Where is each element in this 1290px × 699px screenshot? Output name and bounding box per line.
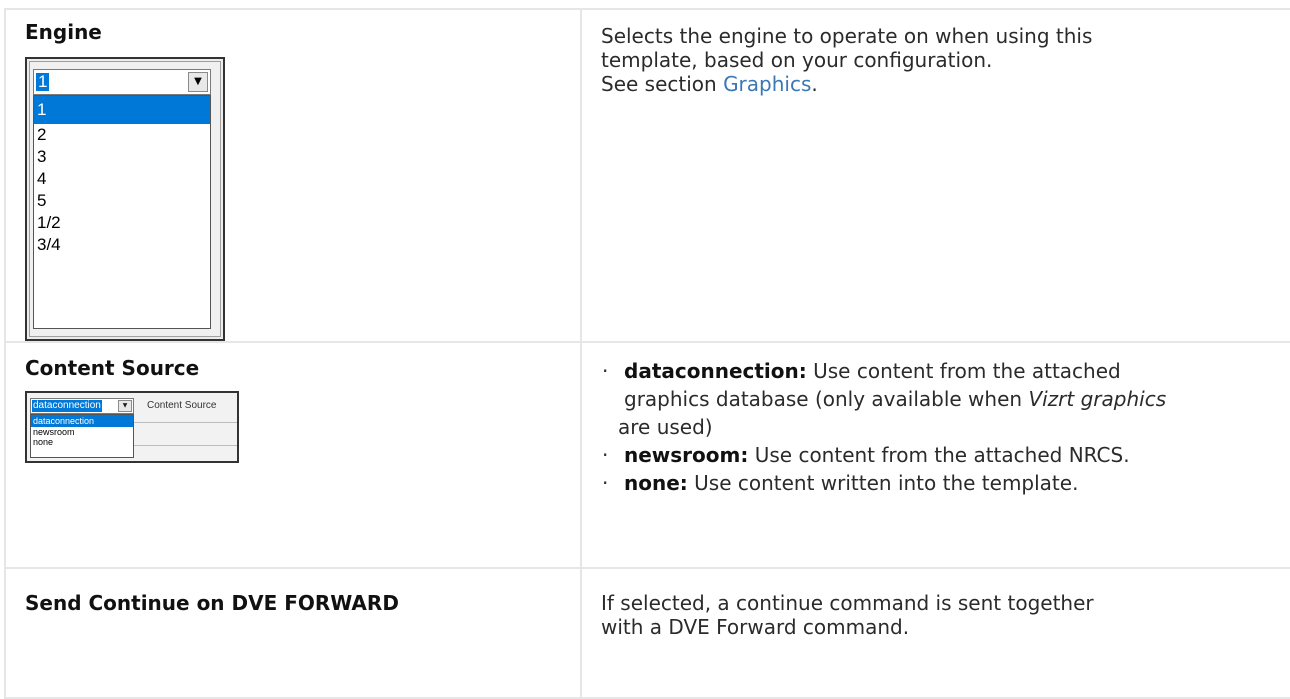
- content-source-combobox[interactable]: dataconnection ▼: [30, 398, 134, 414]
- send-continue-description-line: with a DVE Forward command.: [601, 615, 910, 639]
- table-row-content-source: Content Source dataconnection ▼ Content …: [4, 341, 1290, 569]
- engine-option[interactable]: 4: [34, 168, 210, 190]
- content-source-option[interactable]: none: [31, 437, 133, 447]
- engine-label: Engine: [25, 20, 102, 44]
- divider: [134, 422, 237, 423]
- bullet-term: dataconnection:: [624, 359, 807, 383]
- see-suffix: .: [811, 72, 818, 96]
- engine-selected-value: 1: [36, 72, 50, 91]
- send-continue-description-cell: If selected, a continue command is sent …: [580, 567, 1290, 699]
- engine-option[interactable]: 1: [34, 96, 210, 124]
- bullet-text: graphics database (only available when: [624, 387, 1029, 411]
- engine-dropdown-screenshot: 1 ▼ 1 2 3 4 5 1/2 3/4: [25, 57, 225, 341]
- engine-options-list: 1 2 3 4 5 1/2 3/4: [33, 95, 211, 329]
- send-continue-label-cell: Send Continue on DVE FORWARD: [4, 567, 582, 699]
- chevron-down-icon[interactable]: ▼: [188, 72, 208, 92]
- engine-label-cell: Engine 1 ▼ 1 2 3 4 5 1/2 3/4: [4, 8, 582, 343]
- parameter-table: Engine 1 ▼ 1 2 3 4 5 1/2 3/4 Selects the…: [4, 8, 1290, 699]
- engine-description-line: Selects the engine to operate on when us…: [601, 24, 1093, 48]
- bullet-none: · none: Use content written into the tem…: [602, 469, 1290, 497]
- bullet-text: Use content from the attached: [806, 359, 1121, 383]
- content-source-options-list: dataconnection newsroom none: [30, 414, 134, 458]
- content-source-option[interactable]: dataconnection: [31, 415, 133, 427]
- graphics-link[interactable]: Graphics: [723, 72, 811, 96]
- engine-option[interactable]: 3: [34, 146, 210, 168]
- table-row-engine: Engine 1 ▼ 1 2 3 4 5 1/2 3/4 Selects the…: [4, 8, 1290, 343]
- bullet-dataconnection: · dataconnection: Use content from the a…: [602, 357, 1290, 441]
- see-prefix: See section: [601, 72, 724, 96]
- engine-description-line: template, based on your configuration.: [601, 48, 993, 72]
- table-row-send-continue: Send Continue on DVE FORWARD If selected…: [4, 567, 1290, 699]
- bullet-term: newsroom:: [624, 443, 749, 467]
- engine-option[interactable]: 3/4: [34, 234, 210, 256]
- content-source-bullet-list: · dataconnection: Use content from the a…: [602, 357, 1290, 497]
- content-source-description-cell: · dataconnection: Use content from the a…: [580, 341, 1290, 569]
- content-source-field-label: Content Source: [147, 400, 217, 411]
- bullet-text: Use content written into the template.: [687, 471, 1079, 495]
- divider: [134, 445, 237, 446]
- engine-option[interactable]: 1/2: [34, 212, 210, 234]
- content-source-label-cell: Content Source dataconnection ▼ Content …: [4, 341, 582, 569]
- bullet-icon: ·: [602, 471, 609, 495]
- send-continue-description-line: If selected, a continue command is sent …: [601, 591, 1094, 615]
- engine-combobox[interactable]: 1 ▼: [33, 69, 211, 95]
- chevron-down-icon[interactable]: ▼: [118, 400, 132, 412]
- bullet-text: Use content from the attached NRCS.: [748, 443, 1130, 467]
- bullet-text: are used): [618, 415, 713, 439]
- bullet-term: none:: [624, 471, 688, 495]
- engine-option[interactable]: 5: [34, 190, 210, 212]
- content-source-dropdown-screenshot: dataconnection ▼ Content Source dataconn…: [25, 391, 239, 463]
- engine-see-section: See section Graphics.: [601, 72, 1290, 96]
- send-continue-label: Send Continue on DVE FORWARD: [25, 591, 399, 615]
- engine-description-cell: Selects the engine to operate on when us…: [580, 8, 1290, 343]
- bullet-newsroom: · newsroom: Use content from the attache…: [602, 441, 1290, 469]
- engine-option[interactable]: 2: [34, 124, 210, 146]
- bullet-italic: Vizrt graphics: [1028, 387, 1167, 411]
- bullet-icon: ·: [602, 359, 609, 383]
- content-source-option[interactable]: newsroom: [31, 427, 133, 437]
- bullet-icon: ·: [602, 443, 609, 467]
- content-source-selected-value: dataconnection: [32, 400, 102, 412]
- content-source-label: Content Source: [25, 356, 200, 380]
